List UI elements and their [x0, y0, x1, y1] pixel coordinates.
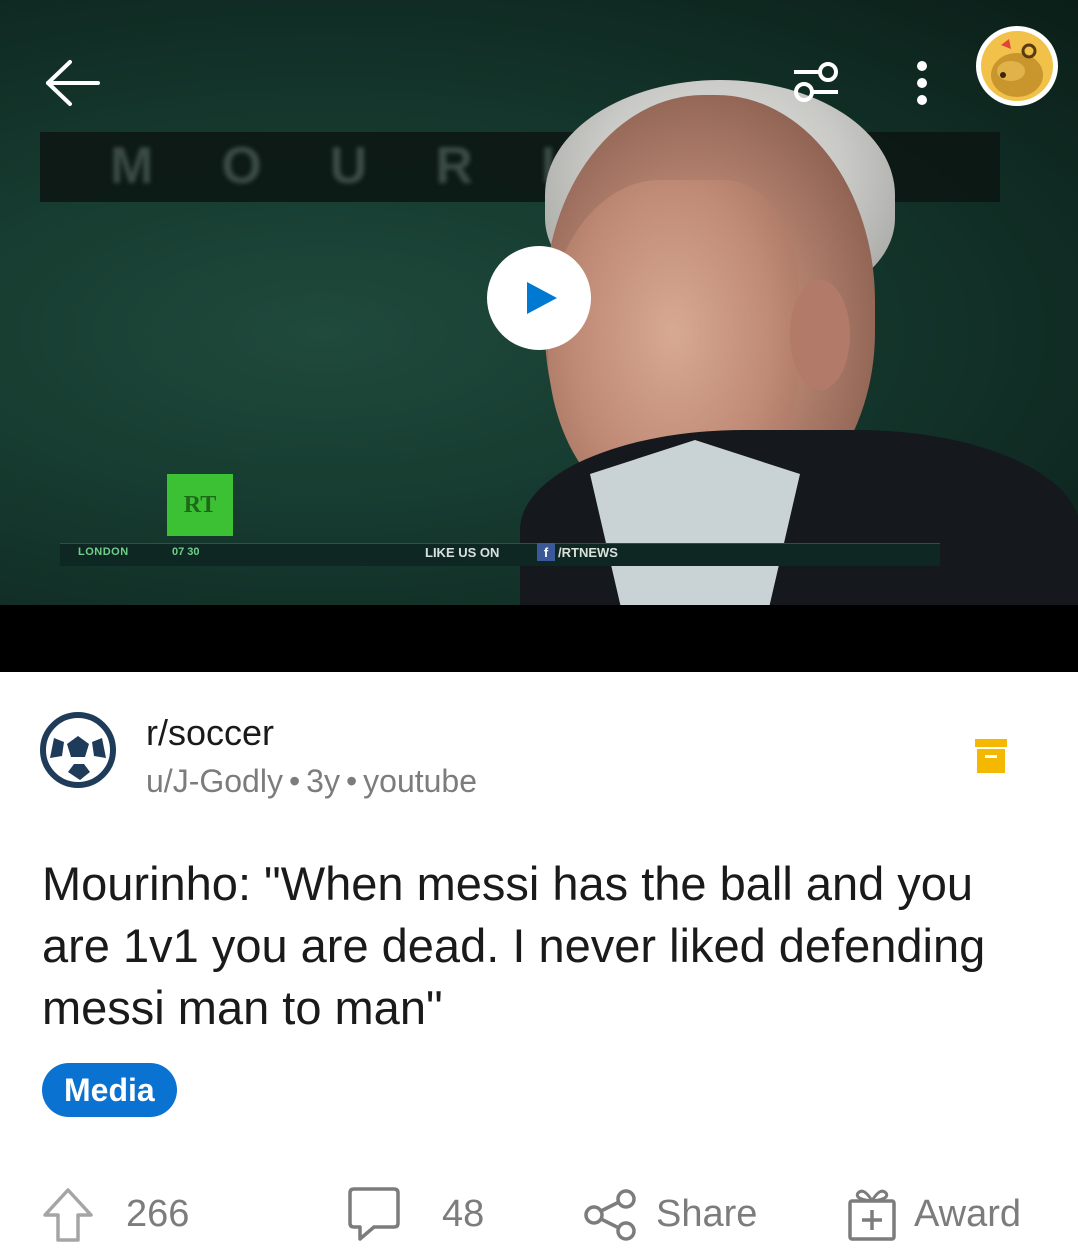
share-label: Share — [656, 1193, 758, 1235]
award-label: Award — [914, 1193, 1022, 1235]
post-age: 3y — [306, 763, 340, 799]
video-letterbox — [0, 605, 1078, 672]
post-source[interactable]: youtube — [363, 763, 477, 799]
channel-logo: RT — [167, 474, 233, 536]
archive-icon — [975, 739, 1007, 773]
filter-icon[interactable] — [790, 58, 842, 106]
share-button[interactable]: Share — [582, 1185, 772, 1245]
play-icon — [527, 282, 557, 314]
award-button[interactable]: Award — [846, 1185, 1036, 1245]
subreddit-name[interactable]: r/soccer — [146, 712, 274, 754]
channel-logo-text: RT — [183, 492, 217, 518]
ticker-time: 07 30 — [172, 546, 200, 558]
ticker-like-text: LIKE US ON — [425, 545, 500, 560]
comment-bubble-icon — [348, 1187, 400, 1241]
flair-badge[interactable]: Media — [42, 1063, 177, 1117]
upvote-count: 266 — [126, 1193, 190, 1235]
facebook-icon: f — [537, 543, 555, 561]
avatar-character-icon — [991, 39, 1043, 97]
user-avatar[interactable] — [976, 26, 1058, 106]
post-title[interactable]: Mourinho: "When messi has the ball and y… — [42, 853, 1032, 1039]
video-person-shirt — [590, 440, 800, 610]
avatar-image — [981, 31, 1053, 101]
award-gift-icon — [848, 1189, 896, 1241]
back-arrow-icon[interactable] — [42, 56, 102, 110]
upvote-button[interactable]: 266 — [42, 1185, 212, 1245]
meta-separator: • — [288, 763, 301, 799]
meta-separator: • — [345, 763, 358, 799]
ticker-city: LONDON — [78, 546, 129, 558]
comments-button[interactable]: 48 — [346, 1185, 496, 1245]
more-options-icon[interactable] — [900, 58, 944, 108]
play-button[interactable] — [487, 246, 591, 350]
post-meta: u/J-Godly • 3y • youtube — [146, 763, 477, 800]
post-author[interactable]: u/J-Godly — [146, 763, 283, 799]
share-icon — [584, 1189, 636, 1241]
upvote-arrow-icon — [43, 1188, 93, 1242]
subreddit-icon[interactable] — [40, 712, 116, 788]
comment-count: 48 — [442, 1193, 485, 1235]
video-person-ear — [790, 280, 850, 390]
ticker-handle: /RTNEWS — [558, 545, 618, 560]
